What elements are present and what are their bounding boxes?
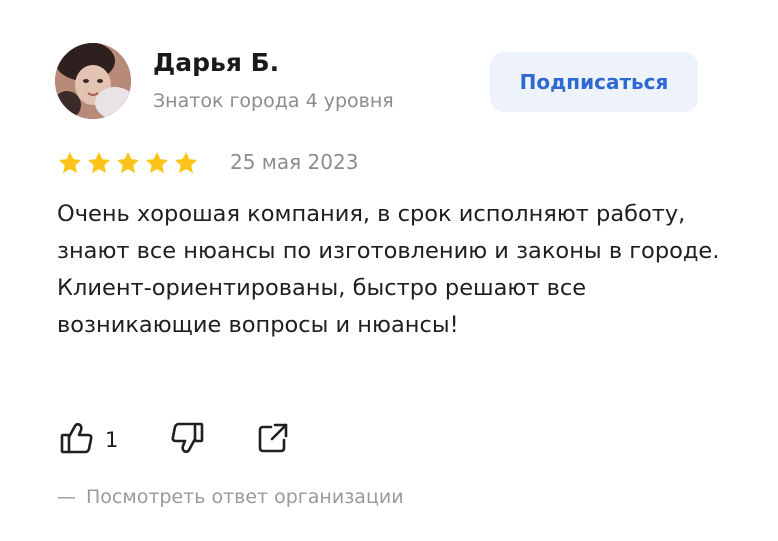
like-count: 1 bbox=[105, 428, 119, 452]
review-date: 25 мая 2023 bbox=[230, 150, 359, 174]
author-avatar[interactable] bbox=[55, 43, 131, 119]
star-icon bbox=[173, 150, 199, 176]
reply-dash: — bbox=[57, 486, 76, 508]
share-icon bbox=[253, 418, 293, 462]
author-status: Знаток города 4 уровня bbox=[153, 90, 394, 112]
rating-stars bbox=[57, 150, 199, 176]
share-button[interactable] bbox=[253, 418, 293, 462]
review-card: Дарья Б. Знаток города 4 уровня Подписат… bbox=[0, 0, 778, 541]
star-icon bbox=[57, 150, 83, 176]
avatar-photo-icon bbox=[55, 43, 131, 119]
author-name[interactable]: Дарья Б. bbox=[153, 48, 279, 77]
star-icon bbox=[115, 150, 141, 176]
dislike-button[interactable] bbox=[167, 418, 207, 462]
star-icon bbox=[86, 150, 112, 176]
org-reply-label: Посмотреть ответ организации bbox=[86, 486, 404, 508]
review-text: Очень хорошая компания, в срок исполняют… bbox=[57, 201, 720, 338]
star-icon bbox=[144, 150, 170, 176]
subscribe-button[interactable]: Подписаться bbox=[490, 52, 698, 112]
thumbs-up-icon bbox=[57, 418, 97, 462]
thumbs-down-icon bbox=[167, 418, 207, 462]
like-button[interactable]: 1 bbox=[57, 418, 118, 462]
view-org-reply-link[interactable]: — Посмотреть ответ организации bbox=[57, 486, 404, 508]
